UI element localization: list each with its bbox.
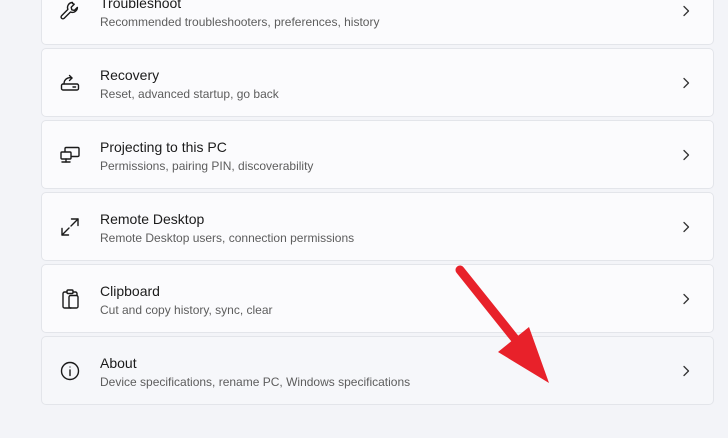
settings-item-troubleshoot[interactable]: Troubleshoot Recommended troubleshooters… (41, 0, 714, 45)
chevron-right-icon (679, 292, 693, 306)
settings-item-about[interactable]: About Device specifications, rename PC, … (41, 336, 714, 405)
clipboard-icon (58, 287, 82, 311)
settings-item-projecting[interactable]: Projecting to this PC Permissions, pairi… (41, 120, 714, 189)
settings-item-clipboard[interactable]: Clipboard Cut and copy history, sync, cl… (41, 264, 714, 333)
settings-item-remote-desktop[interactable]: Remote Desktop Remote Desktop users, con… (41, 192, 714, 261)
wrench-icon (58, 0, 82, 23)
settings-item-subtitle: Reset, advanced startup, go back (100, 87, 279, 101)
chevron-right-icon (679, 4, 693, 18)
settings-item-subtitle: Recommended troubleshooters, preferences… (100, 15, 380, 29)
settings-item-recovery[interactable]: Recovery Reset, advanced startup, go bac… (41, 48, 714, 117)
settings-item-title: Remote Desktop (100, 211, 205, 227)
settings-item-title: Recovery (100, 67, 160, 83)
recovery-icon (58, 71, 82, 95)
settings-item-subtitle: Remote Desktop users, connection permiss… (100, 231, 355, 245)
settings-item-title: Troubleshoot (100, 0, 182, 11)
chevron-right-icon (679, 364, 693, 378)
chevron-right-icon (679, 220, 693, 234)
remote-desktop-icon (58, 215, 82, 239)
chevron-right-icon (679, 148, 693, 162)
settings-list: Troubleshoot Recommended troubleshooters… (41, 0, 714, 408)
settings-item-subtitle: Device specifications, rename PC, Window… (100, 375, 411, 389)
projecting-icon (58, 143, 82, 167)
settings-item-title: Clipboard (100, 283, 160, 299)
settings-item-title: About (100, 355, 137, 371)
settings-item-subtitle: Cut and copy history, sync, clear (100, 303, 273, 317)
settings-item-title: Projecting to this PC (100, 139, 227, 155)
settings-item-subtitle: Permissions, pairing PIN, discoverabilit… (100, 159, 314, 173)
info-icon (58, 359, 82, 383)
chevron-right-icon (679, 76, 693, 90)
